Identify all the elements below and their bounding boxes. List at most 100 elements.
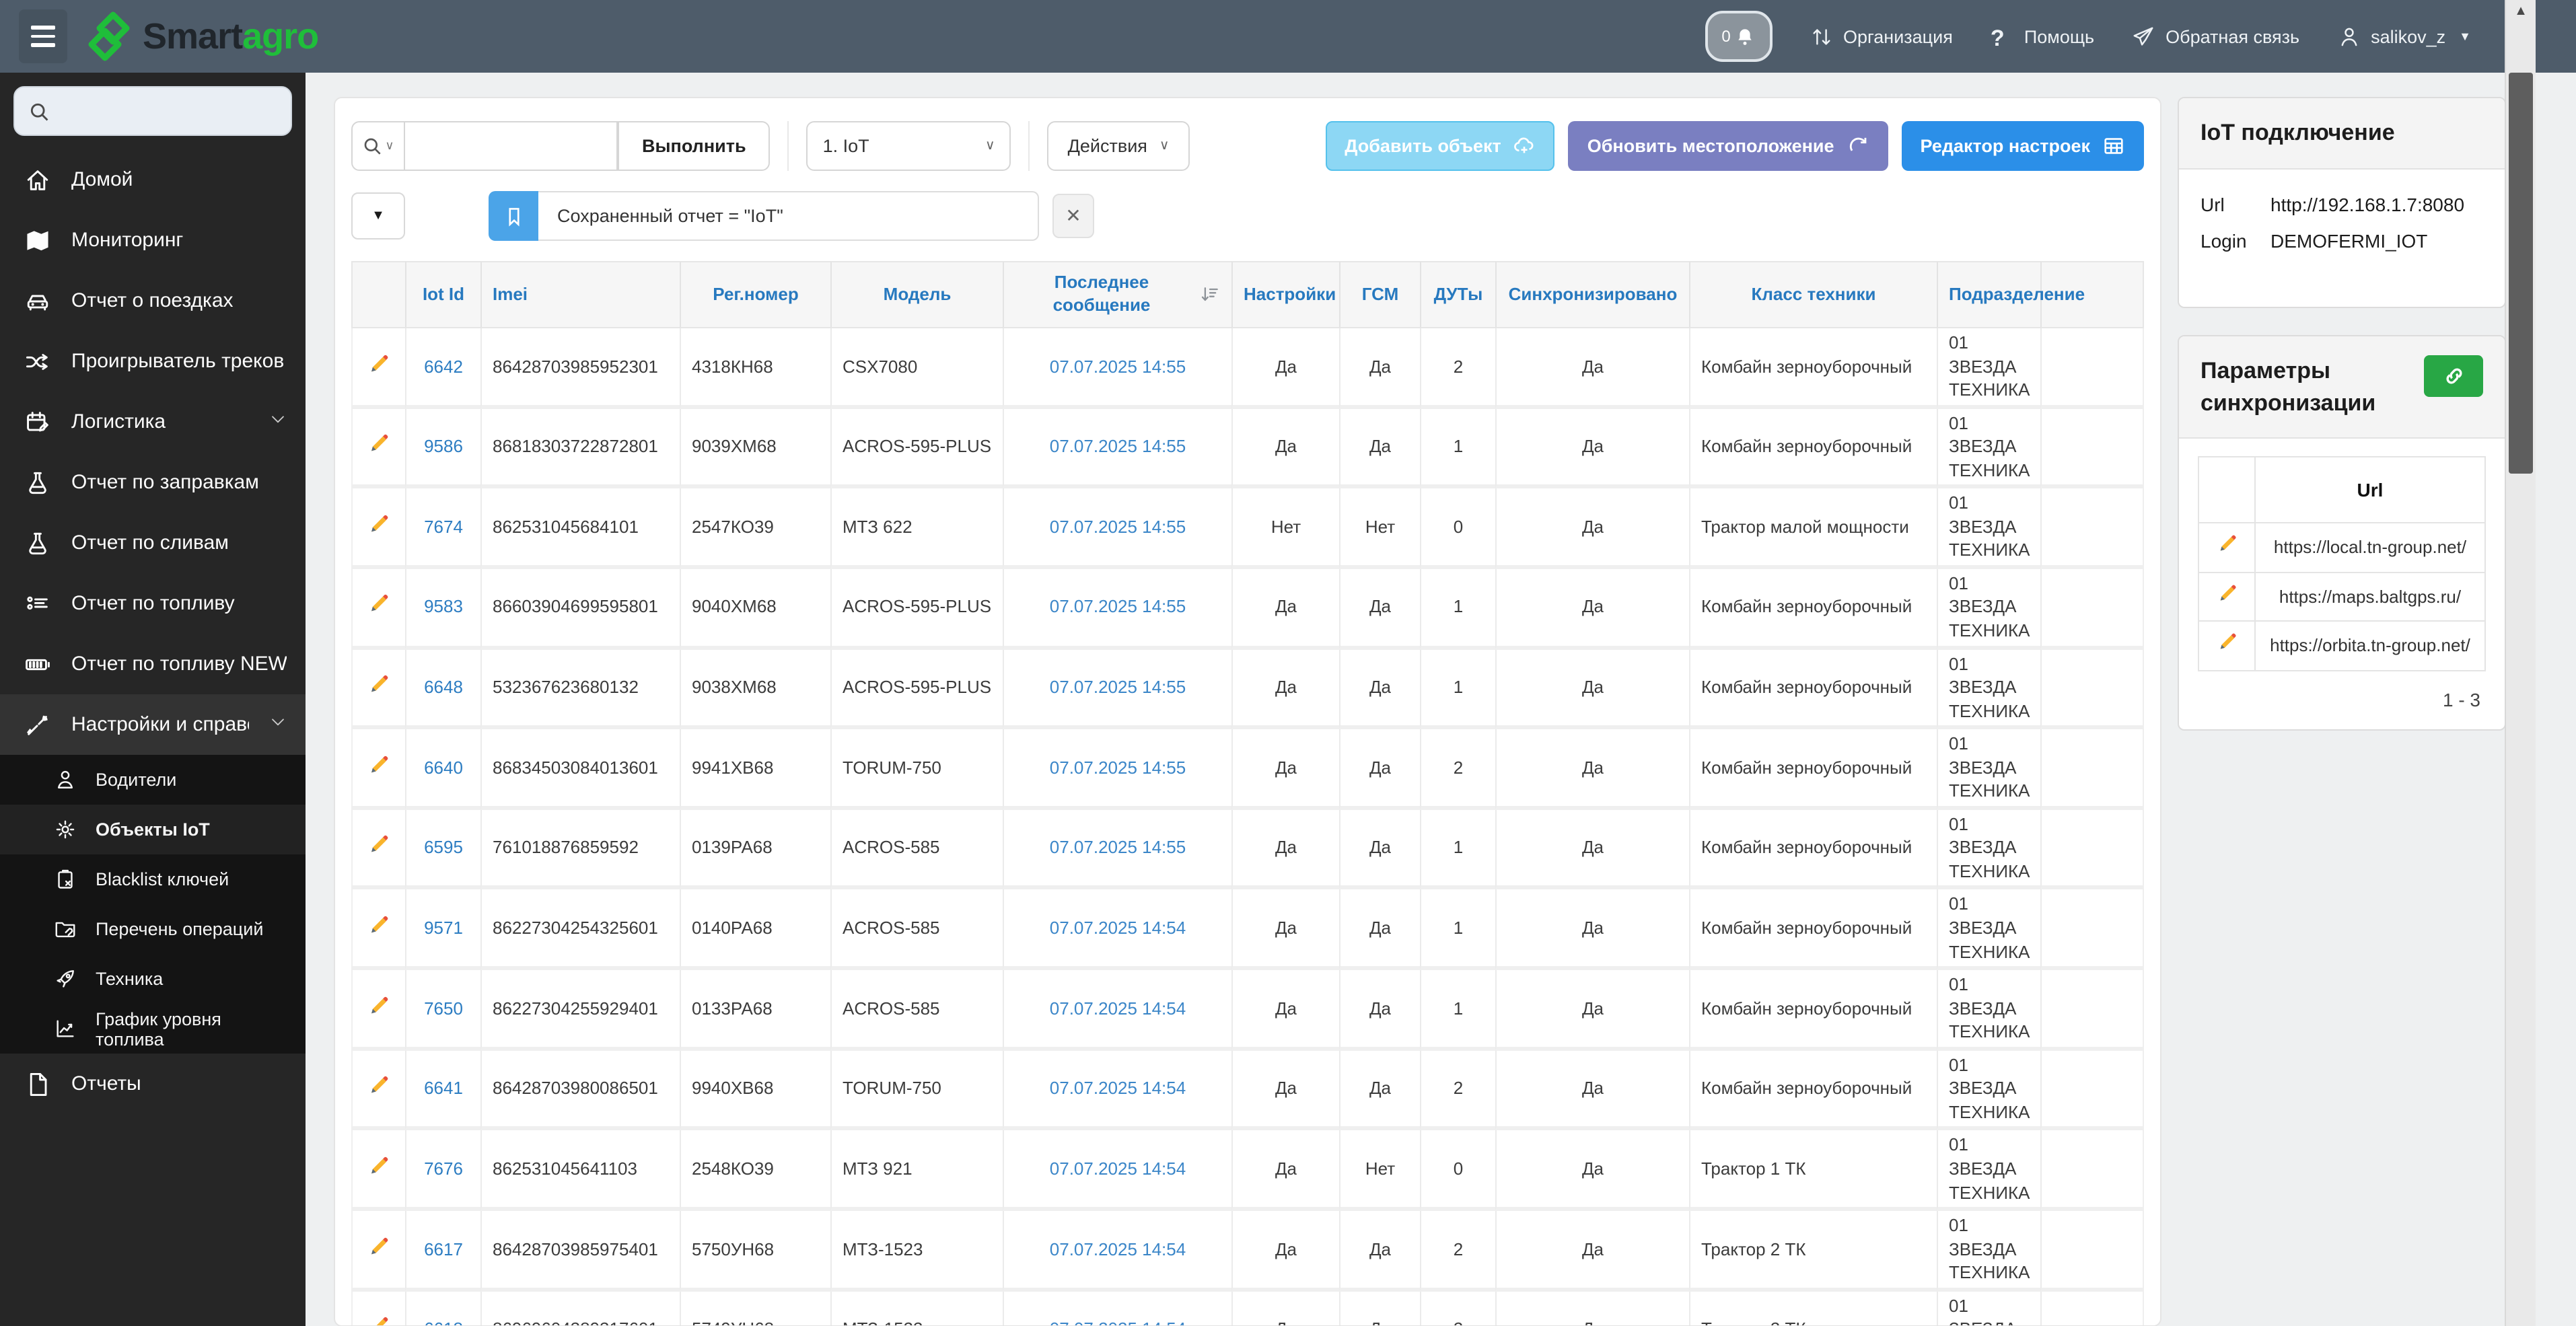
sidebar-search[interactable] [13, 86, 292, 136]
sidebar-item[interactable]: Отчет по заправкам [0, 452, 306, 513]
edit-row-button[interactable] [367, 1154, 390, 1177]
last-message-link[interactable]: 07.07.2025 14:54 [1050, 1239, 1186, 1259]
edit-row-button[interactable] [367, 914, 390, 936]
add-object-button[interactable]: Добавить объект [1326, 121, 1555, 171]
edit-row-button[interactable] [367, 994, 390, 1017]
cell-1: 862531045641103 [480, 1130, 680, 1212]
edit-row-button[interactable] [367, 673, 390, 696]
last-message-link[interactable]: 07.07.2025 14:54 [1050, 998, 1186, 1018]
navbar-item-send[interactable]: Обратная связь [2132, 25, 2299, 48]
page-scrollbar[interactable]: ▲ [2505, 0, 2536, 1326]
edit-row-button[interactable] [367, 593, 390, 616]
column-header[interactable]: Класс техники [1689, 261, 1937, 328]
edit-row-button[interactable] [367, 352, 390, 375]
iot-id-link[interactable]: 6641 [424, 1078, 463, 1099]
edit-row-button[interactable] [367, 513, 390, 536]
iot-id-link[interactable]: 9586 [424, 436, 463, 456]
column-header[interactable]: Imei [480, 261, 680, 328]
column-header[interactable]: ДУТы [1420, 261, 1495, 328]
sidebar-item[interactable]: Логистика [0, 392, 306, 452]
last-message-link[interactable]: 07.07.2025 14:55 [1050, 436, 1186, 456]
sidebar-item[interactable]: Отчет по топливу [0, 573, 306, 634]
sidebar-search-input[interactable] [61, 100, 277, 122]
column-header[interactable]: Iot Id [405, 261, 480, 328]
sync-edit-cell [2198, 620, 2256, 671]
iot-id-link[interactable]: 6618 [424, 1319, 463, 1325]
sidebar-item[interactable]: Мониторинг [0, 210, 306, 270]
navbar-item-question[interactable]: ? Помощь [1991, 25, 2094, 50]
hamburger-menu-button[interactable] [19, 9, 67, 63]
scrollbar-thumb[interactable] [2509, 73, 2533, 474]
sync-edit-button[interactable] [2216, 583, 2238, 604]
sync-edit-button[interactable] [2216, 632, 2238, 653]
cell-4: 07.07.2025 14:54 [1003, 1050, 1231, 1131]
iot-id-link[interactable]: 6642 [424, 356, 463, 376]
column-header[interactable]: Настройки [1231, 261, 1339, 328]
column-header[interactable]: Модель [830, 261, 1003, 328]
iot-id-link[interactable]: 6595 [424, 838, 463, 858]
iot-id-link[interactable]: 9583 [424, 597, 463, 617]
column-header[interactable]: Подразделение [1937, 261, 2085, 328]
iot-id-link[interactable]: 6648 [424, 677, 463, 697]
iot-id-link[interactable]: 7650 [424, 998, 463, 1018]
last-message-link[interactable]: 07.07.2025 14:55 [1050, 597, 1186, 617]
sidebar-subitem[interactable]: Техника [0, 954, 306, 1004]
cell-8: Да [1495, 1050, 1689, 1131]
last-message-link[interactable]: 07.07.2025 14:54 [1050, 1158, 1186, 1179]
sidebar-item[interactable]: Домой [0, 149, 306, 210]
sidebar-item[interactable]: Отчет по топливу NEW [0, 634, 306, 694]
column-header[interactable]: ГСМ [1339, 261, 1420, 328]
iot-id-link[interactable]: 7676 [424, 1158, 463, 1179]
iot-id-link[interactable]: 7674 [424, 517, 463, 537]
column-header[interactable]: Рег.номер [680, 261, 830, 328]
sidebar-item[interactable]: Отчет по сливам [0, 513, 306, 573]
edit-row-button[interactable] [367, 432, 390, 455]
last-message-link[interactable]: 07.07.2025 14:55 [1050, 517, 1186, 537]
sidebar-item[interactable]: Настройки и справоч [0, 694, 306, 755]
remove-filter-button[interactable]: ✕ [1052, 194, 1094, 238]
sidebar-subitem[interactable]: Blacklist ключей [0, 854, 306, 904]
last-message-link[interactable]: 07.07.2025 14:54 [1050, 918, 1186, 938]
column-header[interactable]: Синхронизировано [1495, 261, 1689, 328]
sidebar-subitem[interactable]: Перечень операций [0, 904, 306, 954]
settings-editor-button[interactable]: Редактор настроек [1901, 121, 2144, 171]
execute-button[interactable]: Выполнить [618, 121, 771, 171]
sync-edit-button[interactable] [2216, 533, 2238, 555]
sidebar-subitem[interactable]: График уровня топлива [0, 1004, 306, 1054]
last-message-link[interactable]: 07.07.2025 14:55 [1050, 758, 1186, 778]
last-message-link[interactable]: 07.07.2025 14:54 [1050, 1078, 1186, 1099]
iot-id-link[interactable]: 6617 [424, 1239, 463, 1259]
last-message-link[interactable]: 07.07.2025 14:55 [1050, 356, 1186, 376]
filter-dropdown-button[interactable]: ▼ [351, 192, 405, 240]
edit-row-button[interactable] [367, 753, 390, 776]
actions-button[interactable]: Действия ∨ [1047, 121, 1190, 171]
last-message-link[interactable]: 07.07.2025 14:55 [1050, 838, 1186, 858]
navbar-item-swap[interactable]: Организация [1810, 25, 1953, 48]
edit-row-button[interactable] [367, 1074, 390, 1097]
search-scope-button[interactable]: ∨ [351, 121, 405, 171]
sidebar-item[interactable]: Отчет о поездках [0, 270, 306, 331]
edit-row-button[interactable] [367, 1235, 390, 1257]
sidebar-subitem[interactable]: Объекты IoT [0, 805, 306, 854]
sidebar-item[interactable]: Отчеты [0, 1054, 306, 1114]
sidebar-subitem[interactable]: Водители [0, 755, 306, 805]
cell-3: МТЗ 921 [830, 1130, 1003, 1212]
sidebar-item-label: Техника [96, 969, 164, 989]
query-input[interactable] [405, 121, 618, 171]
last-message-link[interactable]: 07.07.2025 14:54 [1050, 1319, 1186, 1325]
saved-report-chip[interactable]: Сохраненный отчет = "IoT" [489, 191, 1039, 241]
update-location-button[interactable]: Обновить местоположение [1568, 121, 1888, 171]
navbar-item-user[interactable]: salikov_z ▼ [2337, 25, 2471, 48]
scrollbar-up-arrow-icon[interactable]: ▲ [2506, 4, 2536, 19]
sidebar-item[interactable]: Проигрыватель треков [0, 331, 306, 392]
notifications-button[interactable]: 0 [1705, 11, 1772, 62]
sync-link-button[interactable] [2424, 355, 2483, 397]
iot-id-link[interactable]: 9571 [424, 918, 463, 938]
edit-row-button[interactable] [367, 1315, 390, 1325]
column-header[interactable]: Последнее сообщение [1003, 261, 1231, 328]
chevron-down-icon: ∨ [1159, 139, 1170, 153]
report-select[interactable]: 1. IoT ∨ [806, 121, 1011, 171]
last-message-link[interactable]: 07.07.2025 14:55 [1050, 677, 1186, 697]
iot-id-link[interactable]: 6640 [424, 758, 463, 778]
edit-row-button[interactable] [367, 834, 390, 856]
